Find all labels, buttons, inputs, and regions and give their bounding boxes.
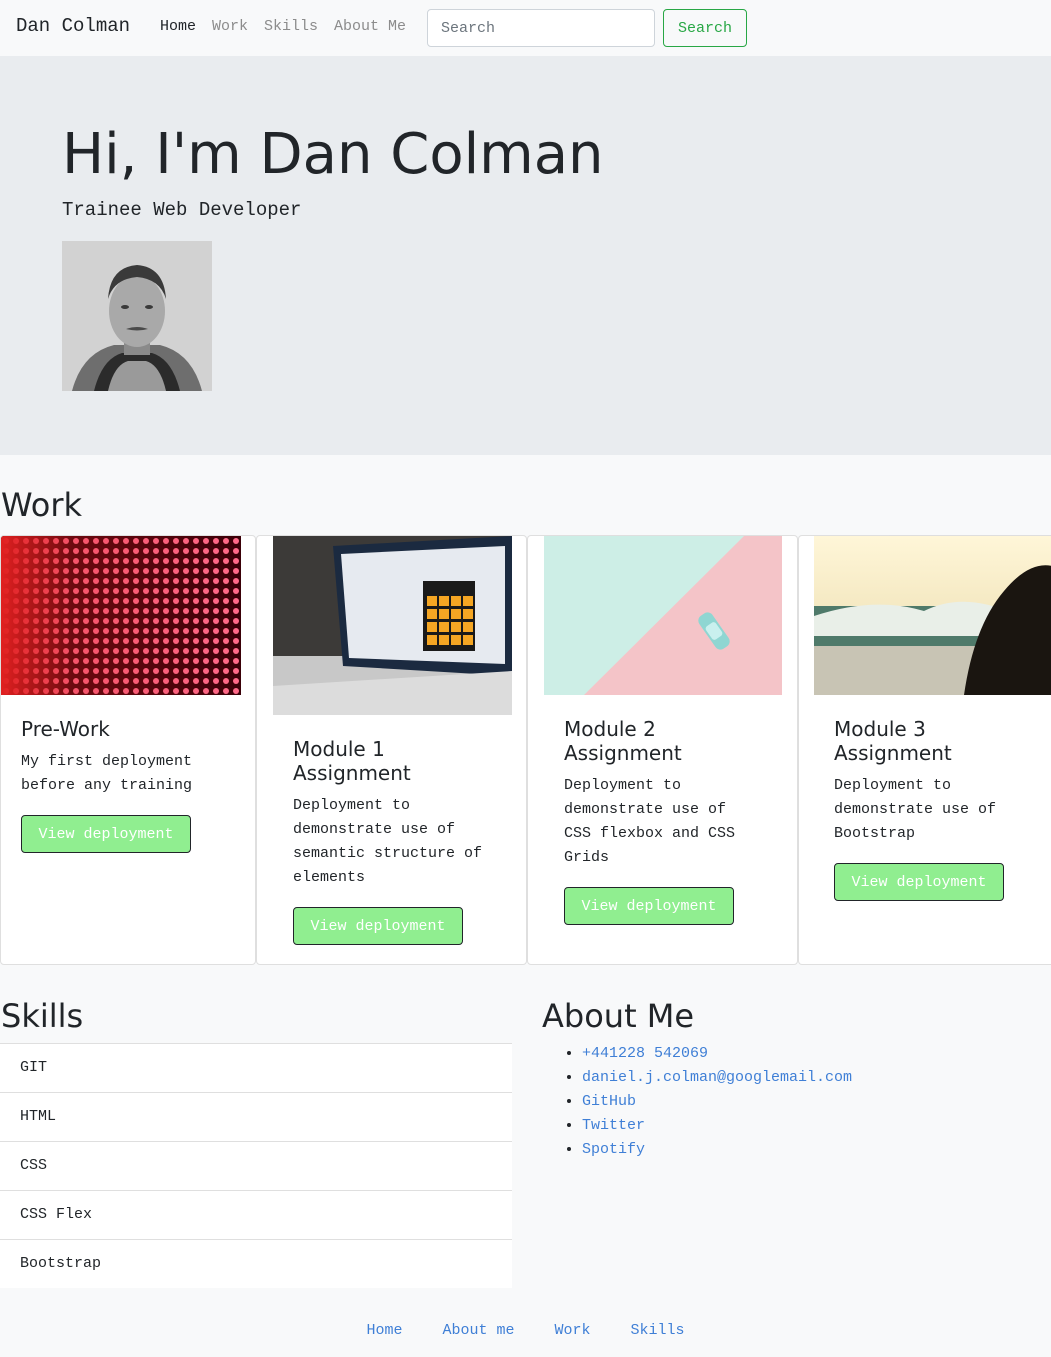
footer-nav: Home About me Work Skills: [0, 1318, 1051, 1348]
skill-item: CSS Flex: [0, 1190, 512, 1239]
card-title: Module 1 Assignment: [293, 737, 411, 785]
card-text: Deployment to demonstrate use of Bootstr…: [834, 777, 997, 842]
view-deployment-button[interactable]: View deployment: [21, 815, 191, 853]
about-item-email: daniel.j.colman@googlemail.com: [582, 1066, 852, 1090]
nav-link-about-me[interactable]: About Me: [334, 18, 406, 35]
work-title: Work: [1, 486, 83, 524]
search-input[interactable]: [427, 9, 655, 47]
hero-title: Hi, I'm Dan Colman: [62, 122, 604, 187]
card-title: Pre-Work: [21, 717, 110, 741]
footer-link-work[interactable]: Work: [555, 1318, 591, 1348]
skill-item: HTML: [0, 1092, 512, 1141]
view-deployment-button[interactable]: View deployment: [834, 863, 1004, 901]
card-image: [273, 536, 512, 715]
view-deployment-button[interactable]: View deployment: [293, 907, 463, 945]
hero-section: Hi, I'm Dan Colman Trainee Web Developer: [0, 56, 1051, 455]
nav-link-skills[interactable]: Skills: [264, 18, 318, 35]
navbar-brand[interactable]: Dan Colman: [16, 15, 130, 37]
card-title: Module 3 Assignment: [834, 717, 952, 765]
phone-link[interactable]: +441228 542069: [582, 1045, 708, 1062]
about-me-list: +441228 542069 daniel.j.colman@googlemai…: [582, 1042, 852, 1162]
twitter-link[interactable]: Twitter: [582, 1117, 645, 1134]
nav-link-work[interactable]: Work: [212, 18, 248, 35]
spotify-link[interactable]: Spotify: [582, 1141, 645, 1158]
work-card-module-3: Module 3 Assignment Deployment to demons…: [798, 535, 1051, 965]
card-title: Module 2 Assignment: [564, 717, 682, 765]
hero-subtitle: Trainee Web Developer: [62, 199, 302, 221]
about-me-title: About Me: [542, 997, 695, 1035]
skills-list: GIT HTML CSS CSS Flex Bootstrap: [0, 1043, 512, 1288]
skill-item: GIT: [0, 1043, 512, 1092]
profile-photo: [62, 241, 212, 391]
view-deployment-button[interactable]: View deployment: [564, 887, 734, 925]
card-image: [1, 536, 241, 695]
nav-links: Home Work Skills About Me: [160, 18, 422, 35]
card-text: My first deployment before any training: [21, 753, 193, 794]
footer-link-skills[interactable]: Skills: [631, 1318, 685, 1348]
skills-title: Skills: [1, 997, 84, 1035]
work-card-pre-work: Pre-Work My first deployment before any …: [0, 535, 256, 965]
about-item-twitter: Twitter: [582, 1114, 852, 1138]
navbar: Dan Colman Home Work Skills About Me Sea…: [0, 0, 1051, 56]
skill-item: Bootstrap: [0, 1239, 512, 1288]
nav-link-home[interactable]: Home: [160, 18, 196, 35]
work-card-module-2: Module 2 Assignment Deployment to demons…: [527, 535, 798, 965]
email-link[interactable]: daniel.j.colman@googlemail.com: [582, 1069, 852, 1086]
footer-link-home[interactable]: Home: [366, 1318, 402, 1348]
github-link[interactable]: GitHub: [582, 1093, 636, 1110]
about-item-spotify: Spotify: [582, 1138, 852, 1162]
search-button[interactable]: Search: [663, 9, 747, 47]
card-text: Deployment to demonstrate use of CSS fle…: [564, 777, 736, 866]
about-item-phone: +441228 542069: [582, 1042, 852, 1066]
card-image: [814, 536, 1051, 695]
work-card-module-1: Module 1 Assignment Deployment to demons…: [256, 535, 527, 965]
skill-item: CSS: [0, 1141, 512, 1190]
card-text: Deployment to demonstrate use of semanti…: [293, 797, 483, 886]
card-image: [544, 536, 782, 695]
about-item-github: GitHub: [582, 1090, 852, 1114]
footer-link-about-me[interactable]: About me: [442, 1318, 514, 1348]
